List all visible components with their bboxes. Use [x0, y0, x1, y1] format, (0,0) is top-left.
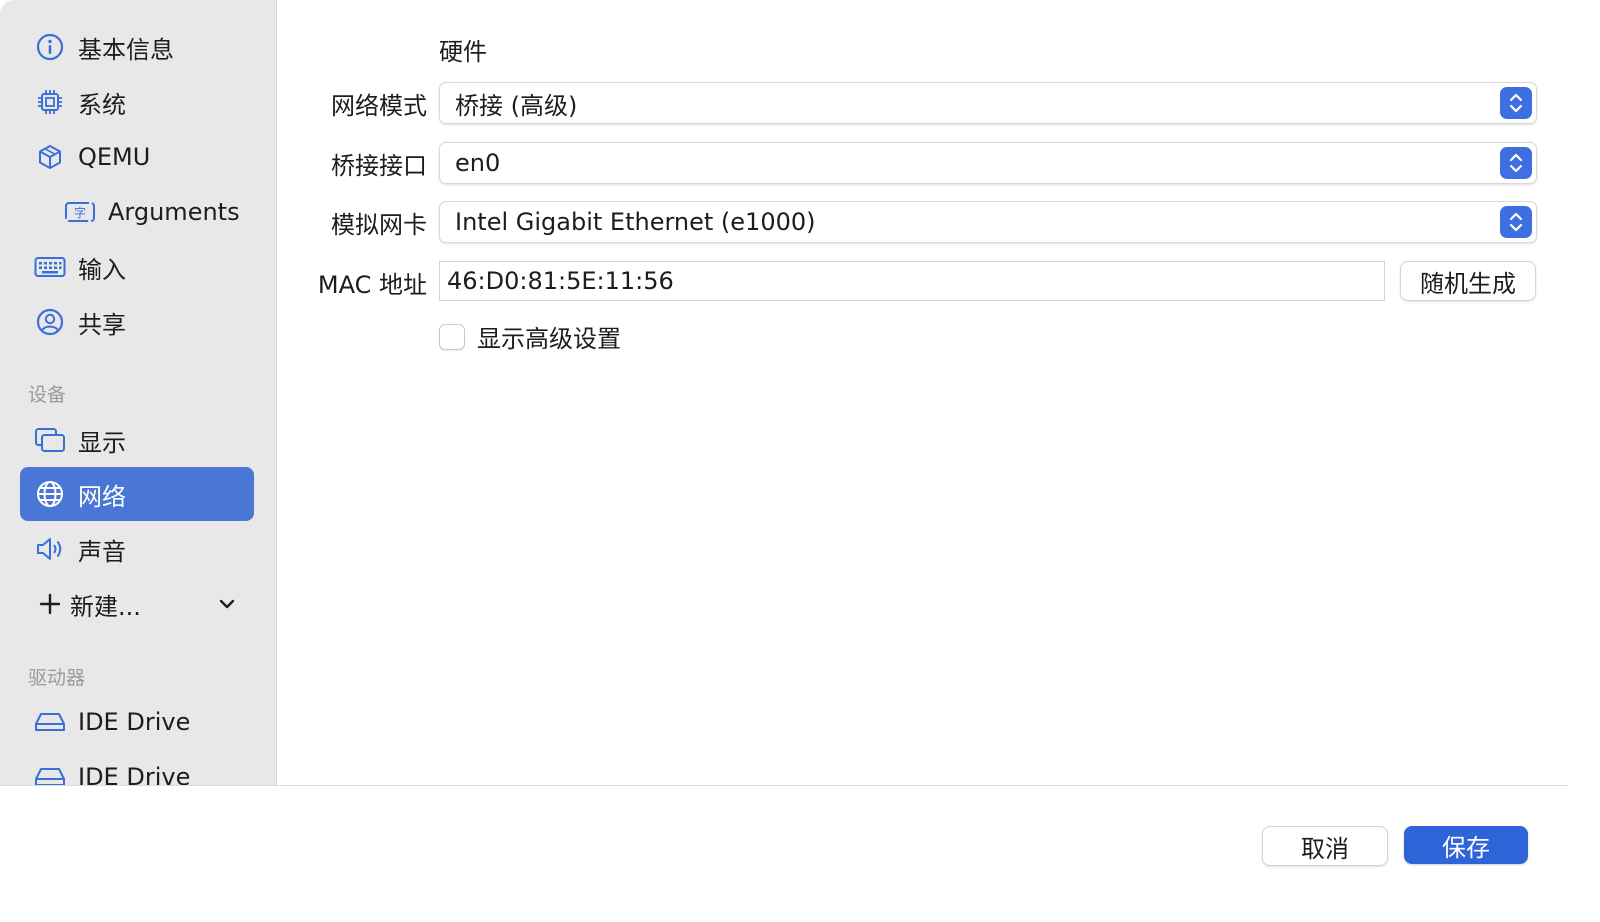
drive-icon	[34, 761, 66, 785]
cube-icon	[34, 141, 66, 173]
hardware-section-title: 硬件	[439, 38, 487, 66]
sidebar-item-drive[interactable]: IDE Drive	[20, 750, 254, 785]
text-input-icon: 字	[64, 196, 96, 228]
network-settings-panel: 硬件 网络模式 桥接 (高级) 桥接接口 en0 模拟网卡 Intel Giga…	[277, 0, 1568, 785]
sidebar-item-sharing[interactable]: 共享	[20, 295, 254, 349]
popup-stepper-icon	[1500, 206, 1532, 238]
popup-stepper-icon	[1500, 147, 1532, 179]
settings-window: 基本信息 系统 QEMU 字 Arguments 输入 共享 设备 显示 网络 …	[0, 0, 1568, 904]
emulated-nic-select[interactable]: Intel Gigabit Ethernet (e1000)	[439, 201, 1537, 243]
keyboard-icon	[34, 251, 66, 283]
sidebar-item-label: QEMU	[78, 143, 151, 171]
svg-text:字: 字	[74, 205, 86, 220]
network-mode-label: 网络模式	[331, 92, 427, 120]
emulated-nic-value: Intel Gigabit Ethernet (e1000)	[455, 208, 816, 236]
cpu-chip-icon	[34, 86, 66, 118]
network-mode-value: 桥接 (高级)	[455, 91, 578, 120]
popup-stepper-icon	[1500, 87, 1532, 119]
drive-icon	[34, 706, 66, 738]
cancel-button[interactable]: 取消	[1262, 826, 1388, 866]
network-mode-select[interactable]: 桥接 (高级)	[439, 82, 1537, 124]
new-device-button[interactable]: 新建...	[20, 577, 254, 631]
advanced-settings-row: 显示高级设置	[439, 319, 621, 354]
mac-address-value: 46:D0:81:5E:11:56	[447, 267, 674, 295]
sidebar-item-label: IDE Drive	[78, 763, 191, 785]
bridge-interface-select[interactable]: en0	[439, 142, 1537, 184]
sidebar-item-label: 网络	[78, 482, 126, 511]
sidebar-item-network[interactable]: 网络	[20, 467, 254, 521]
emulated-nic-label: 模拟网卡	[331, 211, 427, 239]
sidebar-item-system[interactable]: 系统	[20, 75, 254, 129]
sidebar-item-label: 共享	[78, 310, 126, 339]
sidebar-item-label: 基本信息	[78, 35, 174, 64]
devices-section-header: 设备	[28, 384, 67, 406]
sidebar-item-label: IDE Drive	[78, 708, 191, 736]
sidebar-item-qemu[interactable]: QEMU	[20, 130, 254, 184]
sidebar-item-label: 显示	[78, 428, 126, 457]
sidebar-item-input[interactable]: 输入	[20, 240, 254, 294]
sidebar-item-label: 声音	[78, 537, 126, 566]
dialog-footer: 取消 保存	[0, 785, 1568, 904]
display-windows-icon	[34, 424, 66, 456]
save-button[interactable]: 保存	[1404, 826, 1528, 864]
sidebar-item-drive[interactable]: IDE Drive	[20, 695, 254, 749]
mac-address-field[interactable]: 46:D0:81:5E:11:56	[439, 261, 1385, 301]
bridge-interface-label: 桥接接口	[331, 152, 427, 180]
advanced-settings-label: 显示高级设置	[477, 325, 621, 353]
chevron-down-icon	[218, 592, 236, 622]
sidebar-item-arguments[interactable]: 字 Arguments	[20, 185, 254, 239]
sidebar-item-label: 输入	[78, 255, 126, 284]
sidebar-item-label: 系统	[78, 90, 126, 119]
drives-section-header: 驱动器	[28, 667, 86, 689]
sidebar: 基本信息 系统 QEMU 字 Arguments 输入 共享 设备 显示 网络 …	[0, 0, 277, 785]
mac-address-label: MAC 地址	[317, 271, 427, 299]
person-circle-icon	[34, 306, 66, 338]
random-generate-button[interactable]: 随机生成	[1400, 261, 1536, 301]
speaker-icon	[34, 533, 66, 565]
advanced-settings-checkbox[interactable]	[439, 323, 465, 350]
bridge-interface-value: en0	[455, 149, 501, 177]
sidebar-item-basic-info[interactable]: 基本信息	[20, 20, 254, 74]
sidebar-item-label: Arguments	[108, 198, 240, 226]
sidebar-item-sound[interactable]: 声音	[20, 522, 254, 576]
new-device-label: 新建...	[70, 592, 141, 621]
plus-icon	[36, 590, 64, 618]
globe-icon	[34, 478, 66, 510]
info-icon	[34, 31, 66, 63]
sidebar-item-display[interactable]: 显示	[20, 413, 254, 467]
